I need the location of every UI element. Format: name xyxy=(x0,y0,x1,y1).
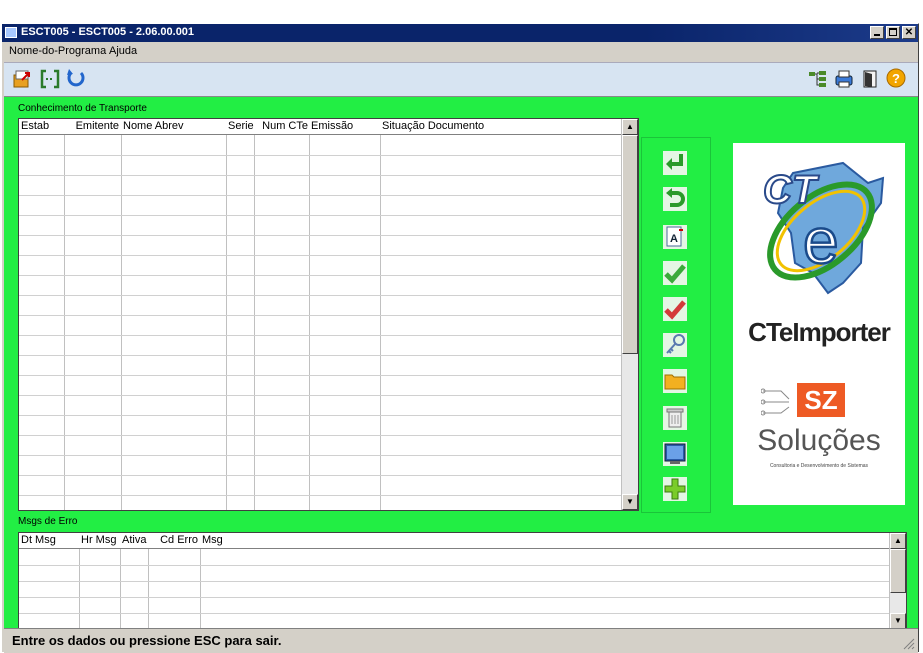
action-button-panel: A xyxy=(641,137,711,513)
product-name: CTeImporter xyxy=(748,317,891,347)
undo-icon[interactable] xyxy=(662,186,688,212)
col-emissao[interactable]: Emissão xyxy=(311,120,353,132)
cte-table[interactable]: Estab Emitente Nome Abrev Serie Num CTe … xyxy=(18,118,639,511)
cteimporter-logo: CT e CTeImporter SZ Soluções Consultoria… xyxy=(733,143,905,505)
brand-name: Soluções xyxy=(757,424,881,457)
content-area: Conhecimento de Transporte Estab Emitent… xyxy=(4,97,918,630)
table-row[interactable] xyxy=(19,415,622,416)
scroll-thumb[interactable] xyxy=(622,135,638,354)
svg-text:?: ? xyxy=(892,71,900,86)
col-nome-abrev[interactable]: Nome Abrev xyxy=(123,120,184,132)
exit-door-icon[interactable] xyxy=(860,69,880,89)
cte-section-label: Conhecimento de Transporte xyxy=(18,103,147,114)
scroll-down-button[interactable]: ▼ xyxy=(890,613,906,629)
col-dt-msg[interactable]: Dt Msg xyxy=(21,534,56,546)
check-green-icon[interactable] xyxy=(662,260,688,286)
col-msg[interactable]: Msg xyxy=(202,534,223,546)
app-icon xyxy=(5,27,17,38)
svg-text:A: A xyxy=(670,233,678,245)
table-row[interactable] xyxy=(19,215,622,216)
minimize-button[interactable] xyxy=(870,26,884,39)
document-a-icon[interactable]: A xyxy=(662,224,688,250)
status-bar: Entre os dados ou pressione ESC para sai… xyxy=(4,628,918,653)
scroll-up-button[interactable]: ▲ xyxy=(890,533,906,549)
errors-table[interactable]: Dt Msg Hr Msg Ativa Cd Erro Msg ▲ ▼ xyxy=(18,532,907,630)
scroll-up-button[interactable]: ▲ xyxy=(622,119,638,135)
table-row[interactable] xyxy=(19,175,622,176)
help-icon[interactable]: ? xyxy=(886,68,906,88)
table-row[interactable] xyxy=(19,335,622,336)
trash-icon[interactable] xyxy=(662,405,688,431)
refresh-icon[interactable] xyxy=(66,68,86,88)
check-red-icon[interactable] xyxy=(662,296,688,322)
title-bar[interactable]: ESCT005 - ESCT005 - 2.06.00.001 ✕ xyxy=(2,24,918,42)
errors-section-label: Msgs de Erro xyxy=(18,516,78,527)
table-row[interactable] xyxy=(19,375,622,376)
resize-grip-icon[interactable] xyxy=(903,638,915,650)
table-row[interactable] xyxy=(19,435,622,436)
table-row[interactable] xyxy=(19,255,622,256)
cte-table-scrollbar[interactable]: ▲ ▼ xyxy=(621,119,638,510)
table-row[interactable] xyxy=(19,275,622,276)
print-icon[interactable] xyxy=(834,69,854,89)
window-title: ESCT005 - ESCT005 - 2.06.00.001 xyxy=(21,26,195,38)
col-emitente[interactable]: Emitente xyxy=(67,120,119,132)
table-row[interactable] xyxy=(19,581,890,582)
table-row[interactable] xyxy=(19,195,622,196)
table-row[interactable] xyxy=(19,395,622,396)
table-row[interactable] xyxy=(19,155,622,156)
maximize-button[interactable] xyxy=(886,26,900,39)
table-row[interactable] xyxy=(19,475,622,476)
col-ativa[interactable]: Ativa xyxy=(122,534,146,546)
col-serie[interactable]: Serie xyxy=(228,120,254,132)
close-button[interactable]: ✕ xyxy=(902,26,916,39)
status-text: Entre os dados ou pressione ESC para sai… xyxy=(12,633,282,648)
bracket-icon[interactable] xyxy=(40,69,60,89)
export-icon[interactable] xyxy=(12,69,32,89)
main-window: ESCT005 - ESCT005 - 2.06.00.001 ✕ Nome-d… xyxy=(1,23,919,653)
scroll-down-button[interactable]: ▼ xyxy=(622,494,638,510)
sz-badge: SZ xyxy=(797,383,845,417)
table-row[interactable] xyxy=(19,295,622,296)
toolbar: ? xyxy=(4,62,918,97)
enter-arrow-icon[interactable] xyxy=(662,150,688,176)
cte-logo-e: e xyxy=(803,205,839,277)
col-hr-msg[interactable]: Hr Msg xyxy=(81,534,116,546)
table-row[interactable] xyxy=(19,315,622,316)
monitor-icon[interactable] xyxy=(662,441,688,467)
add-icon[interactable] xyxy=(662,476,688,502)
table-row[interactable] xyxy=(19,235,622,236)
cte-logo-graphic: CT e xyxy=(762,161,885,295)
scroll-thumb[interactable] xyxy=(890,549,906,593)
brand-tagline: Consultoria e Desenvolvimento de Sistema… xyxy=(769,463,869,469)
folder-icon[interactable] xyxy=(662,368,688,394)
table-row[interactable] xyxy=(19,597,890,598)
table-row[interactable] xyxy=(19,495,622,496)
col-estab[interactable]: Estab xyxy=(21,120,49,132)
menu-nome-do-programa[interactable]: Nome-do-Programa xyxy=(9,45,106,57)
table-row[interactable] xyxy=(19,613,890,614)
errors-table-scrollbar[interactable]: ▲ ▼ xyxy=(889,533,906,629)
menu-ajuda[interactable]: Ajuda xyxy=(109,45,137,57)
table-row[interactable] xyxy=(19,355,622,356)
table-row[interactable] xyxy=(19,565,890,566)
menu-bar: Nome-do-Programa Ajuda xyxy=(2,43,918,61)
table-row[interactable] xyxy=(19,455,622,456)
col-situacao-documento[interactable]: Situação Documento xyxy=(382,120,484,132)
col-cd-erro[interactable]: Cd Erro xyxy=(150,534,198,546)
key-icon[interactable] xyxy=(662,332,688,358)
col-num-cte[interactable]: Num CTe xyxy=(256,120,308,132)
tree-icon[interactable] xyxy=(808,69,828,89)
